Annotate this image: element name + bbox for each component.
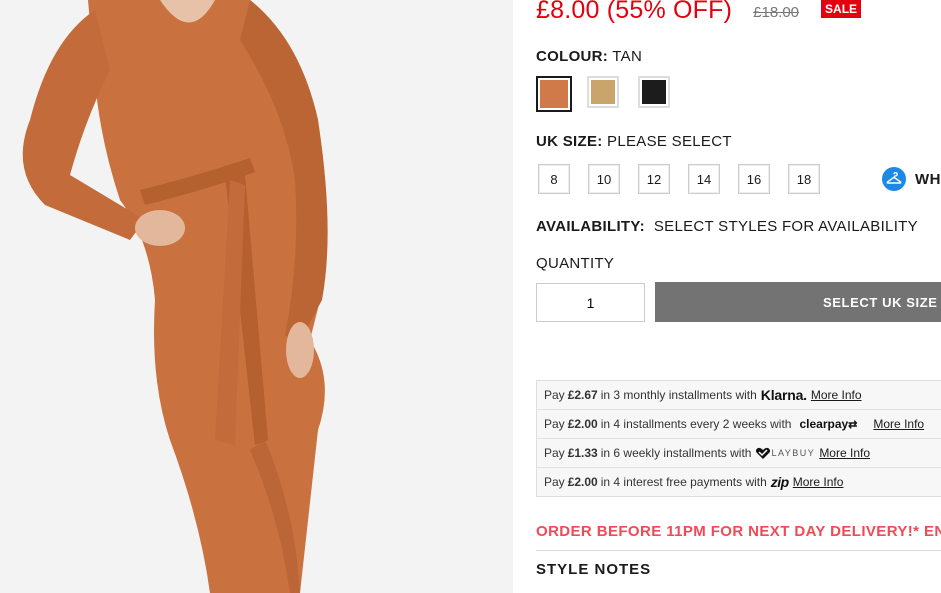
sale-badge: SALE <box>821 0 862 18</box>
more-info-link[interactable]: More Info <box>819 446 870 460</box>
klarna-logo-icon: Klarna. <box>761 387 807 403</box>
payment-prefix: Pay <box>544 417 565 431</box>
availability-value: SELECT STYLES FOR AVAILABILITY <box>653 218 918 235</box>
clearpay-arrow-icon: ⇄ <box>848 418 858 431</box>
size-guide-link[interactable]: WH <box>882 167 941 191</box>
payment-row: Pay £2.00 in 4 interest free payments with… <box>537 468 941 496</box>
laybuy-logo-icon: LAYBUY <box>755 447 815 460</box>
zip-logo-icon: zip <box>771 474 789 490</box>
size-guide-label: WH <box>915 170 941 188</box>
delivery-notice: ORDER BEFORE 11PM FOR NEXT DAY DELIVERY!… <box>536 523 941 540</box>
colour-swatches <box>536 76 689 112</box>
size-label-key: UK SIZE: <box>536 133 603 150</box>
colour-label: COLOUR: TAN <box>536 48 642 65</box>
provider-name: zip <box>770 474 789 490</box>
add-to-bag-button[interactable]: SELECT UK SIZE <box>655 282 941 322</box>
payment-row: Pay £1.33 in 6 weekly installments with LAY… <box>537 439 941 468</box>
swatch-fill <box>540 80 568 108</box>
payment-prefix: Pay <box>544 388 565 402</box>
original-price: £18.00 <box>753 4 800 21</box>
more-info-link[interactable]: More Info <box>793 475 844 489</box>
product-image[interactable] <box>0 0 513 593</box>
provider-name: Klarna. <box>760 387 807 403</box>
model-photo <box>0 0 513 593</box>
colour-swatch-black[interactable] <box>638 76 670 108</box>
payment-text: in 3 monthly installments with <box>600 388 757 402</box>
clearpay-logo-icon: clearpay ⇄ <box>799 417 857 431</box>
availability-label: AVAILABILITY: <box>536 218 645 235</box>
size-option-10[interactable]: 10 <box>588 164 620 194</box>
size-option-12[interactable]: 12 <box>638 164 670 194</box>
colour-value: TAN <box>612 48 643 65</box>
size-label: UK SIZE: PLEASE SELECT <box>536 133 732 150</box>
size-option-18[interactable]: 18 <box>788 164 820 194</box>
quantity-input[interactable] <box>536 283 645 322</box>
more-info-link[interactable]: More Info <box>811 388 862 402</box>
product-details: £8.00 (55% OFF) £18.00 SALE COLOUR: TAN … <box>536 0 941 593</box>
swatch-fill <box>642 80 666 104</box>
payment-amount: £1.33 <box>567 446 598 460</box>
price-row: £8.00 (55% OFF) £18.00 SALE <box>536 0 862 25</box>
colour-label-key: COLOUR: <box>536 48 609 65</box>
payment-prefix: Pay <box>544 475 565 489</box>
sale-price: £8.00 (55% OFF) <box>536 0 733 24</box>
quantity-label: QUANTITY <box>536 255 615 272</box>
colour-swatch-tan[interactable] <box>536 76 572 112</box>
provider-name: LAYBUY <box>771 448 816 458</box>
size-options: 8 10 12 14 16 18 <box>538 164 838 194</box>
colour-swatch-camel[interactable] <box>587 76 619 108</box>
payment-text: in 4 interest free payments with <box>600 475 767 489</box>
provider-name: clearpay <box>799 417 849 431</box>
payment-text: in 4 installments every 2 weeks with <box>600 417 792 431</box>
payment-prefix: Pay <box>544 446 565 460</box>
payment-amount: £2.67 <box>567 388 598 402</box>
size-option-16[interactable]: 16 <box>738 164 770 194</box>
payment-row: Pay £2.00 in 4 installments every 2 weeks … <box>537 410 941 439</box>
size-value: PLEASE SELECT <box>607 133 732 150</box>
payment-text: in 6 weekly installments with <box>600 446 752 460</box>
payment-options: Pay £2.67 in 3 monthly installments with Kl… <box>536 380 941 497</box>
swatch-fill <box>591 80 615 104</box>
payment-row: Pay £2.67 in 3 monthly installments with Kl… <box>537 381 941 410</box>
size-option-8[interactable]: 8 <box>538 164 570 194</box>
availability: AVAILABILITY: SELECT STYLES FOR AVAILABI… <box>536 218 918 235</box>
payment-amount: £2.00 <box>567 417 598 431</box>
hanger-icon <box>882 167 906 191</box>
more-info-link[interactable]: More Info <box>873 417 924 431</box>
style-notes-heading[interactable]: STYLE NOTES <box>536 561 651 578</box>
payment-amount: £2.00 <box>567 475 598 489</box>
divider <box>536 550 941 551</box>
size-option-14[interactable]: 14 <box>688 164 720 194</box>
laybuy-heart-icon <box>756 447 771 459</box>
